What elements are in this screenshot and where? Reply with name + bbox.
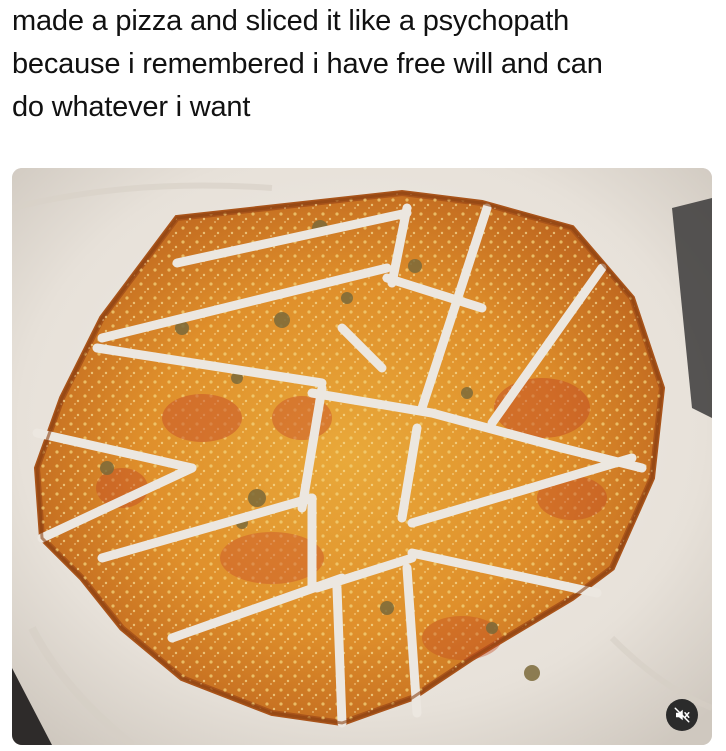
mute-toggle-button[interactable]	[666, 699, 698, 731]
speaker-muted-icon	[674, 707, 690, 723]
pizza-photo[interactable]	[12, 168, 712, 745]
post-caption: made a pizza and sliced it like a psycho…	[12, 5, 603, 123]
